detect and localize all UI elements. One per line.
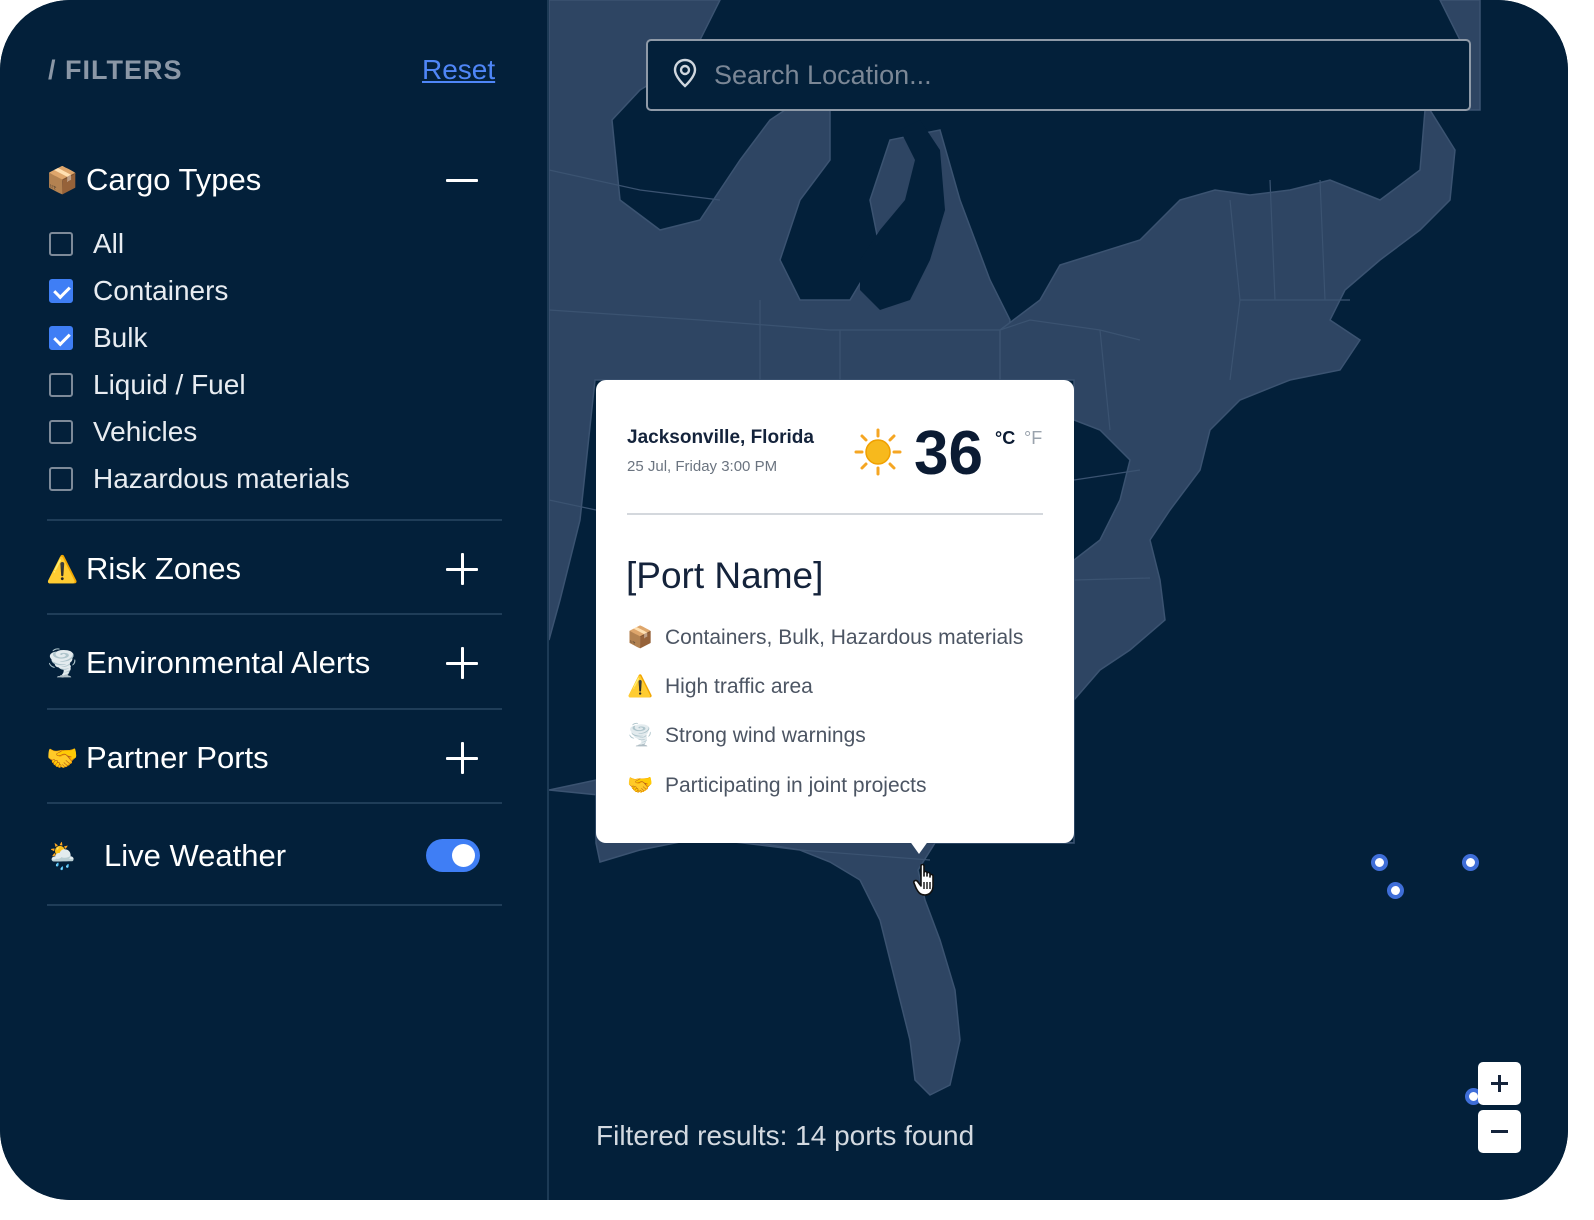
live-weather-toggle[interactable]	[426, 839, 480, 872]
zoom-out-button[interactable]	[1478, 1110, 1521, 1153]
port-marker[interactable]	[1371, 854, 1388, 871]
risk-zones-label: Risk Zones	[86, 551, 242, 586]
popup-port-name: [Port Name]	[626, 555, 824, 596]
popup-city: Jacksonville, Florida	[627, 427, 814, 448]
tornado-icon: 🌪️	[46, 647, 79, 678]
filters-sidebar: / FILTERS Reset 📦 Cargo Types All Contai…	[0, 0, 549, 1200]
app-frame: / FILTERS Reset 📦 Cargo Types All Contai…	[0, 0, 1568, 1200]
handshake-icon: 🤝	[627, 774, 654, 797]
checkbox[interactable]	[49, 373, 73, 397]
environmental-alerts-label: Environmental Alerts	[86, 645, 371, 680]
divider	[47, 802, 502, 804]
filtered-results-text: Filtered results: 14 ports found	[596, 1120, 975, 1151]
toggle-knob	[452, 844, 475, 867]
live-weather-label: Live Weather	[104, 838, 287, 873]
search-box[interactable]	[646, 39, 1471, 111]
option-label: Bulk	[93, 322, 148, 353]
checkbox-checked[interactable]	[49, 279, 73, 303]
cargo-types-header[interactable]: 📦 Cargo Types	[46, 155, 482, 205]
divider	[47, 519, 502, 521]
warning-icon: ⚠️	[46, 553, 79, 584]
popup-pointer	[909, 840, 929, 854]
package-icon: 📦	[46, 164, 79, 195]
zoom-in-button[interactable]	[1478, 1062, 1521, 1105]
live-weather-row: 🌦️ Live Weather	[46, 831, 426, 881]
checkbox[interactable]	[49, 420, 73, 444]
divider	[47, 708, 502, 710]
option-label: Hazardous materials	[93, 463, 350, 494]
cloud-sun-rain-icon: 🌦️	[46, 840, 79, 871]
expand-icon[interactable]	[442, 643, 482, 683]
popup-date: 25 Jul, Friday 3:00 PM	[627, 458, 778, 475]
minus-icon	[1491, 1130, 1508, 1133]
cargo-option-containers[interactable]: Containers	[49, 271, 228, 311]
checkbox-checked[interactable]	[49, 326, 73, 350]
popup-detail-row: 📦 Containers, Bulk, Hazardous materials	[627, 626, 1023, 650]
port-popup: Jacksonville, Florida 25 Jul, Friday 3:0…	[596, 380, 1074, 843]
reset-link[interactable]: Reset	[422, 54, 495, 86]
popup-detail-text: Containers, Bulk, Hazardous materials	[665, 626, 1024, 649]
cargo-option-liquid-fuel[interactable]: Liquid / Fuel	[49, 365, 246, 405]
popup-detail-row: 🌪️ Strong wind warnings	[627, 724, 866, 748]
environmental-alerts-header[interactable]: 🌪️ Environmental Alerts	[46, 638, 482, 688]
partner-ports-label: Partner Ports	[86, 740, 269, 775]
popup-detail-text: Strong wind warnings	[665, 724, 866, 747]
popup-detail-text: Participating in joint projects	[665, 774, 927, 797]
expand-icon[interactable]	[442, 549, 482, 589]
hand-cursor-icon	[912, 862, 944, 903]
port-marker[interactable]	[1387, 882, 1404, 899]
unit-fahrenheit[interactable]: °F	[1024, 428, 1042, 449]
expand-icon[interactable]	[442, 738, 482, 778]
location-pin-icon	[672, 58, 698, 93]
divider	[47, 904, 502, 906]
plus-icon-vertical	[1498, 1075, 1501, 1092]
popup-detail-text: High traffic area	[665, 675, 813, 698]
checkbox[interactable]	[49, 467, 73, 491]
option-label: Containers	[93, 275, 229, 306]
risk-zones-header[interactable]: ⚠️ Risk Zones	[46, 544, 482, 594]
package-icon: 📦	[627, 626, 654, 649]
popup-divider	[627, 513, 1043, 515]
port-marker-selected[interactable]	[1462, 854, 1479, 871]
partner-ports-header[interactable]: 🤝 Partner Ports	[46, 733, 482, 783]
cargo-option-vehicles[interactable]: Vehicles	[49, 412, 197, 452]
popup-detail-row: ⚠️ High traffic area	[627, 675, 813, 699]
warning-icon: ⚠️	[627, 675, 654, 698]
popup-temperature: 36	[914, 419, 983, 488]
search-input[interactable]	[712, 58, 1416, 92]
collapse-icon[interactable]	[442, 160, 482, 200]
filters-title: / FILTERS	[48, 55, 183, 85]
handshake-icon: 🤝	[46, 742, 79, 773]
tornado-icon: 🌪️	[627, 724, 654, 747]
divider	[47, 613, 502, 615]
popup-detail-row: 🤝 Participating in joint projects	[627, 774, 926, 798]
option-label: All	[93, 228, 125, 259]
option-label: Liquid / Fuel	[93, 369, 246, 400]
sun-icon	[854, 428, 902, 481]
option-label: Vehicles	[93, 416, 198, 447]
unit-celsius[interactable]: °C	[995, 428, 1015, 449]
cargo-types-label: Cargo Types	[86, 162, 262, 197]
cargo-option-hazardous[interactable]: Hazardous materials	[49, 459, 350, 499]
checkbox[interactable]	[49, 232, 73, 256]
cargo-option-bulk[interactable]: Bulk	[49, 318, 147, 358]
cargo-option-all[interactable]: All	[49, 224, 124, 264]
